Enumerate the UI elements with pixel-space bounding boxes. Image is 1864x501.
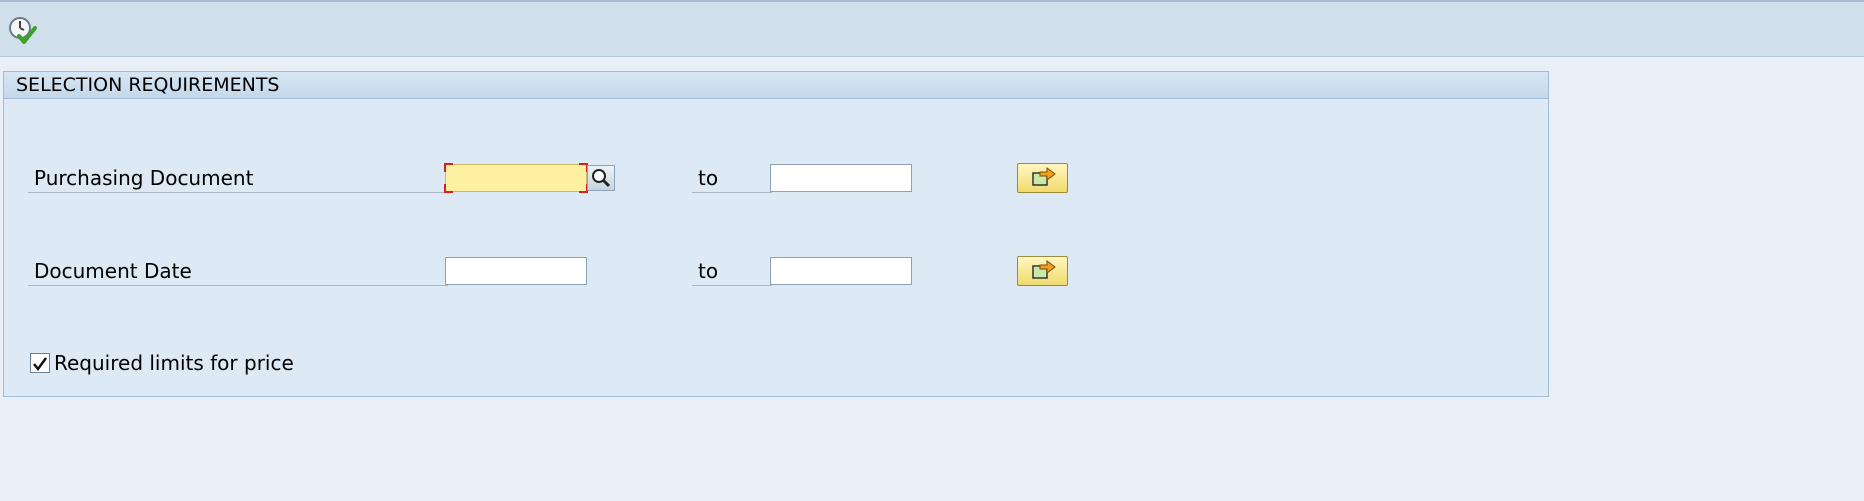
value-help-button[interactable] (587, 165, 615, 191)
required-marker (444, 163, 453, 172)
to-label: to (692, 256, 772, 286)
required-marker (444, 184, 453, 193)
multiple-selection-button[interactable] (1017, 256, 1068, 286)
application-toolbar (0, 0, 1864, 57)
search-icon (592, 169, 611, 188)
purchasing-document-label: Purchasing Document (28, 163, 448, 193)
purchasing-document-from-input[interactable] (444, 163, 588, 193)
document-date-label: Document Date (28, 256, 448, 286)
multiple-selection-arrow-icon (1031, 260, 1056, 279)
group-title: SELECTION REQUIREMENTS (4, 72, 1548, 99)
multiple-selection-arrow-icon (1031, 167, 1056, 186)
document-date-from-input[interactable] (445, 257, 587, 285)
selection-requirements-group: SELECTION REQUIREMENTS (3, 71, 1549, 397)
purchasing-document-to-input[interactable] (770, 164, 912, 192)
required-limits-label[interactable]: Required limits for price (54, 351, 294, 375)
required-limits-checkbox[interactable] (30, 353, 50, 373)
checkmark-icon (33, 357, 48, 372)
execute-icon[interactable] (7, 15, 37, 45)
to-label: to (692, 163, 772, 193)
document-date-to-input[interactable] (770, 257, 912, 285)
multiple-selection-button[interactable] (1017, 163, 1068, 193)
